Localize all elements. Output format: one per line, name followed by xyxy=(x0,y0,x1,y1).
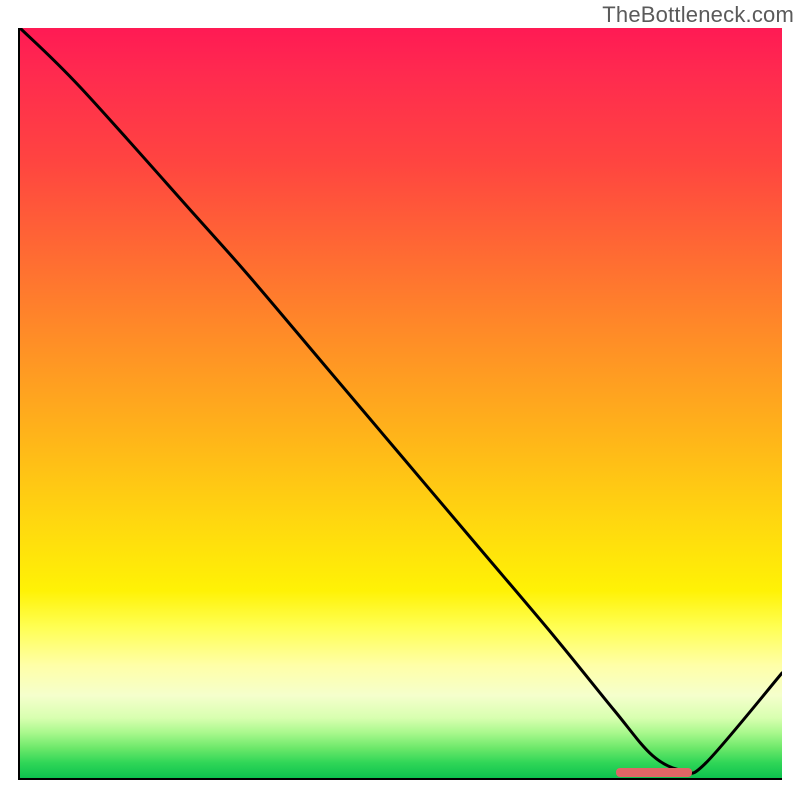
optimum-range-marker xyxy=(616,768,692,777)
chart-container: TheBottleneck.com xyxy=(0,0,800,800)
plot-area xyxy=(18,28,782,780)
watermark-text: TheBottleneck.com xyxy=(602,2,794,28)
bottleneck-curve xyxy=(20,28,782,778)
